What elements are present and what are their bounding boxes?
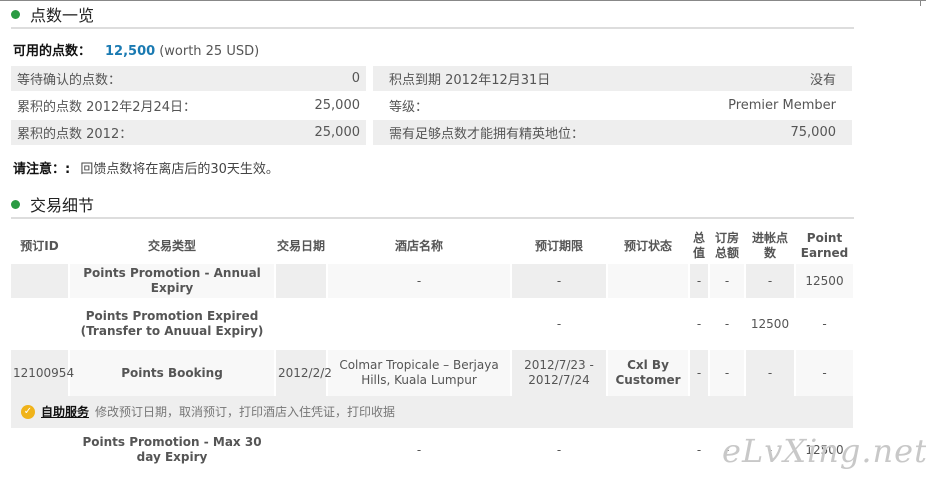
summary-row-tier: 等级： Premier Member (373, 93, 852, 118)
summary-label: 需有足够点数才能拥有精英地位： (389, 127, 585, 142)
col-header-date: 交易日期 (275, 228, 328, 264)
col-header-hotel: 酒店名称 (327, 228, 512, 264)
bullet-dot-icon (11, 9, 20, 19)
cell-booking-id (11, 264, 70, 298)
top-border (0, 0, 926, 1)
self-service-row: ✓ 自助服务 修改预订日期，取消预订，打印酒店入住凭证，打印收据 (11, 396, 855, 428)
summary-row-pending: 等待确认的点数： 0 (11, 66, 366, 91)
bullet-dot-icon (11, 199, 20, 209)
notice: 请注意：: 回馈点数将在离店后的30天生效。 (13, 158, 279, 177)
table-row: Points Promotion Expired (Transfer to An… (11, 298, 855, 350)
col-header-room-total: 订房总额 (709, 228, 746, 264)
points-overview-header: 点数一览 (11, 2, 94, 26)
col-header-booking-id: 预订ID (11, 228, 70, 264)
cell-room-total: - (709, 350, 746, 396)
cell-total: - (689, 350, 710, 396)
self-service-link[interactable]: 自助服务 (41, 405, 89, 419)
cell-date (275, 264, 328, 298)
col-header-points-in: 进帐点数 (745, 228, 796, 264)
check-circle-icon: ✓ (21, 405, 35, 419)
available-points-worth: (worth 25 USD) (159, 44, 260, 59)
cell-booking-id (11, 428, 70, 472)
cell-hotel: Colmar Tropicale – Berjaya Hills, Kuala … (327, 350, 512, 396)
self-service-bar: ✓ 自助服务 修改预订日期，取消预订，打印酒店入住凭证，打印收据 (11, 396, 855, 428)
cell-points-earned: - (795, 298, 855, 350)
cell-points-earned: - (795, 350, 855, 396)
transactions-title: 交易细节 (30, 196, 95, 215)
watermark: eLvXing.net (722, 432, 926, 470)
transactions-header: 交易细节 (11, 192, 94, 216)
cell-booking-id: 12100954 (11, 350, 74, 396)
top-border-corner (920, 0, 926, 6)
cell-stay-period: - (511, 264, 608, 298)
cell-room-total: - (709, 298, 746, 350)
cell-stay-period: - (511, 428, 608, 472)
cell-status: Cxl By Customer (607, 350, 690, 396)
self-service-text: 修改预订日期，取消预订，打印酒店入住凭证，打印收据 (95, 404, 396, 419)
summary-row-accumulated-date: 累积的点数 2012年2月24日： 25,000 (11, 93, 366, 118)
summary-value: Premier Member (728, 98, 836, 113)
notice-text: 回馈点数将在离店后的30天生效。 (80, 162, 279, 177)
summary-value: 0 (351, 71, 360, 86)
summary-label: 累积的点数 2012： (17, 127, 133, 142)
cell-booking-id (11, 298, 70, 350)
cell-room-total: - (709, 264, 746, 298)
summary-row-elite-required: 需有足够点数才能拥有精英地位： 75,000 (373, 120, 852, 145)
summary-value: 25,000 (314, 125, 361, 140)
summary-label: 积点到期 2012年12月31日 (389, 73, 551, 88)
col-header-total: 总值 (689, 228, 710, 264)
summary-row-expiry: 积点到期 2012年12月31日 没有 (373, 66, 852, 91)
section-divider (11, 217, 854, 219)
cell-points-in: 12500 (745, 298, 796, 350)
cell-total: - (689, 428, 710, 472)
summary-label: 等待确认的点数： (17, 73, 122, 88)
col-header-stay-period: 预订期限 (511, 228, 608, 264)
cell-hotel: - (327, 428, 512, 472)
table-row: Points Promotion - Annual Expiry - - - -… (11, 264, 855, 298)
col-header-status: 预订状态 (607, 228, 690, 264)
cell-date (275, 428, 328, 472)
table-row: 12100954 Points Booking 2012/2/2 Colmar … (11, 350, 855, 396)
cell-status (607, 298, 690, 350)
summary-value: 75,000 (790, 125, 837, 140)
cell-hotel: - (327, 264, 512, 298)
cell-points-in: - (745, 264, 796, 298)
summary-label: 等级： (389, 100, 429, 115)
cell-type: Points Promotion Expired (Transfer to An… (69, 298, 276, 350)
cell-date (275, 298, 328, 350)
cell-stay-period: 2012/7/23 - 2012/7/24 (511, 350, 608, 396)
available-points: 可用的点数： 12,500 (worth 25 USD) (13, 40, 259, 59)
cell-points-in: - (745, 350, 796, 396)
available-points-label: 可用的点数： (13, 44, 92, 59)
summary-value: 25,000 (314, 98, 361, 113)
notice-label: 请注意：: (13, 162, 71, 177)
cell-date: 2012/2/2 (275, 350, 332, 396)
summary-label: 累积的点数 2012年2月24日： (17, 100, 197, 115)
col-header-type: 交易类型 (69, 228, 276, 264)
cell-type: Points Promotion - Annual Expiry (69, 264, 276, 298)
col-header-points-earned: Point Earned (795, 228, 855, 264)
cell-type: Points Promotion - Max 30 day Expiry (69, 428, 276, 472)
table-header-row: 预订ID 交易类型 交易日期 酒店名称 预订期限 预订状态 总值 订房总额 进帐… (11, 228, 855, 264)
available-points-value: 12,500 (105, 44, 156, 59)
points-overview-title: 点数一览 (30, 6, 95, 25)
cell-total: - (689, 298, 710, 350)
summary-row-accumulated-year: 累积的点数 2012： 25,000 (11, 120, 366, 145)
cell-status (607, 428, 690, 472)
cell-stay-period: - (511, 298, 608, 350)
cell-points-earned: 12500 (795, 264, 855, 298)
cell-total: - (689, 264, 710, 298)
cell-hotel (327, 298, 512, 350)
cell-type: Points Booking (69, 350, 276, 396)
summary-value: 没有 (809, 73, 836, 88)
section-divider (11, 27, 854, 29)
cell-status (607, 264, 690, 298)
